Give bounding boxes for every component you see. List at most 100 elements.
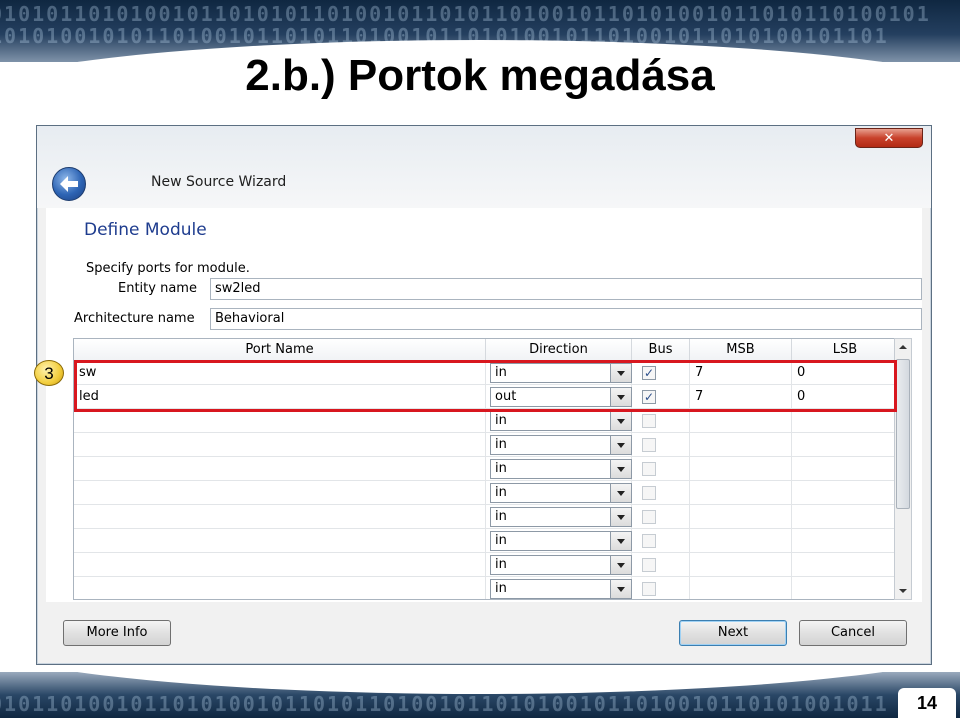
port-name-cell[interactable] [74, 577, 486, 599]
lsb-cell[interactable] [792, 529, 898, 553]
direction-value: in [495, 533, 507, 548]
column-header-lsb[interactable]: LSB [792, 339, 898, 361]
bus-checkbox[interactable] [642, 510, 656, 524]
back-arrow-icon [60, 176, 78, 192]
ports-highlight-box [74, 360, 897, 412]
column-header-port-name[interactable]: Port Name [74, 339, 486, 361]
lsb-cell[interactable] [792, 481, 898, 505]
port-name-cell[interactable] [74, 409, 486, 433]
direction-dropdown[interactable]: in [490, 459, 632, 479]
bus-checkbox[interactable] [642, 462, 656, 476]
direction-dropdown[interactable]: in [490, 555, 632, 575]
section-title: Define Module [84, 220, 207, 240]
bus-checkbox[interactable] [642, 486, 656, 500]
banner-curve [0, 672, 960, 694]
direction-dropdown[interactable]: in [490, 435, 632, 455]
direction-dropdown[interactable]: in [490, 579, 632, 599]
msb-cell[interactable] [690, 505, 792, 529]
direction-dropdown[interactable]: in [490, 531, 632, 551]
lsb-cell[interactable] [792, 553, 898, 577]
page-number: 14 [898, 688, 956, 718]
window-header: ✕ New Source Wizard [37, 126, 931, 208]
more-info-button[interactable]: More Info [63, 620, 171, 646]
wizard-title: New Source Wizard [151, 174, 287, 190]
lsb-cell[interactable] [792, 457, 898, 481]
table-row: in [74, 409, 898, 433]
msb-cell[interactable] [690, 553, 792, 577]
port-name-cell[interactable] [74, 457, 486, 481]
bus-checkbox[interactable] [642, 558, 656, 572]
column-header-direction[interactable]: Direction [486, 339, 632, 361]
binary-pattern: 0101101001011010100101101011010010110101… [0, 692, 889, 716]
bottom-banner: 0101101001011010100101101011010010110101… [0, 672, 960, 718]
msb-cell[interactable] [690, 529, 792, 553]
port-name-cell[interactable] [74, 553, 486, 577]
direction-value: in [495, 509, 507, 524]
lsb-cell[interactable] [792, 505, 898, 529]
column-header-bus[interactable]: Bus [632, 339, 690, 361]
entity-name-input[interactable]: sw2led [210, 278, 922, 300]
chevron-down-icon[interactable] [610, 484, 631, 502]
lsb-cell[interactable] [792, 577, 898, 599]
binary-pattern: 0101011010100101101010110100101101011010… [0, 2, 931, 26]
bus-cell [632, 433, 690, 457]
column-header-msb[interactable]: MSB [690, 339, 792, 361]
lsb-cell[interactable] [792, 409, 898, 433]
close-button[interactable]: ✕ [855, 128, 923, 148]
msb-cell[interactable] [690, 457, 792, 481]
direction-dropdown[interactable]: in [490, 507, 632, 527]
bus-cell [632, 409, 690, 433]
lsb-cell[interactable] [792, 433, 898, 457]
direction-dropdown[interactable]: in [490, 483, 632, 503]
table-row: in [74, 481, 898, 505]
chevron-down-icon[interactable] [610, 532, 631, 550]
architecture-name-input[interactable]: Behavioral [210, 308, 922, 330]
port-name-cell[interactable] [74, 433, 486, 457]
architecture-name-label: Architecture name [74, 311, 195, 326]
bus-checkbox[interactable] [642, 534, 656, 548]
table-row: in [74, 505, 898, 529]
table-row: in [74, 553, 898, 577]
bus-cell [632, 505, 690, 529]
msb-cell[interactable] [690, 409, 792, 433]
port-name-cell[interactable] [74, 505, 486, 529]
next-button[interactable]: Next [679, 620, 787, 646]
msb-cell[interactable] [690, 577, 792, 599]
direction-value: in [495, 581, 507, 596]
bus-cell [632, 457, 690, 481]
step-badge: 3 [34, 360, 64, 386]
back-button[interactable] [52, 167, 86, 201]
direction-value: in [495, 485, 507, 500]
chevron-down-icon[interactable] [610, 556, 631, 574]
table-row: in [74, 433, 898, 457]
direction-value: in [495, 557, 507, 572]
chevron-down-icon[interactable] [610, 580, 631, 598]
bus-cell [632, 553, 690, 577]
bus-checkbox[interactable] [642, 582, 656, 596]
bus-checkbox[interactable] [642, 438, 656, 452]
entity-name-label: Entity name [118, 281, 197, 296]
direction-dropdown[interactable]: in [490, 411, 632, 431]
direction-value: in [495, 461, 507, 476]
scroll-up-icon [899, 345, 907, 349]
scrollbar-thumb[interactable] [896, 359, 910, 509]
chevron-down-icon[interactable] [610, 460, 631, 478]
table-row: in [74, 529, 898, 553]
port-name-cell[interactable] [74, 529, 486, 553]
port-name-cell[interactable] [74, 481, 486, 505]
bus-cell [632, 577, 690, 599]
instruction-text: Specify ports for module. [86, 261, 250, 276]
table-header: Port Name Direction Bus MSB LSB [74, 339, 898, 362]
bus-cell [632, 481, 690, 505]
table-row: in [74, 577, 898, 599]
table-row: in [74, 457, 898, 481]
msb-cell[interactable] [690, 481, 792, 505]
chevron-down-icon[interactable] [610, 436, 631, 454]
scroll-down-icon [899, 589, 907, 593]
bus-checkbox[interactable] [642, 414, 656, 428]
bus-cell [632, 529, 690, 553]
chevron-down-icon[interactable] [610, 508, 631, 526]
msb-cell[interactable] [690, 433, 792, 457]
cancel-button[interactable]: Cancel [799, 620, 907, 646]
chevron-down-icon[interactable] [610, 412, 631, 430]
